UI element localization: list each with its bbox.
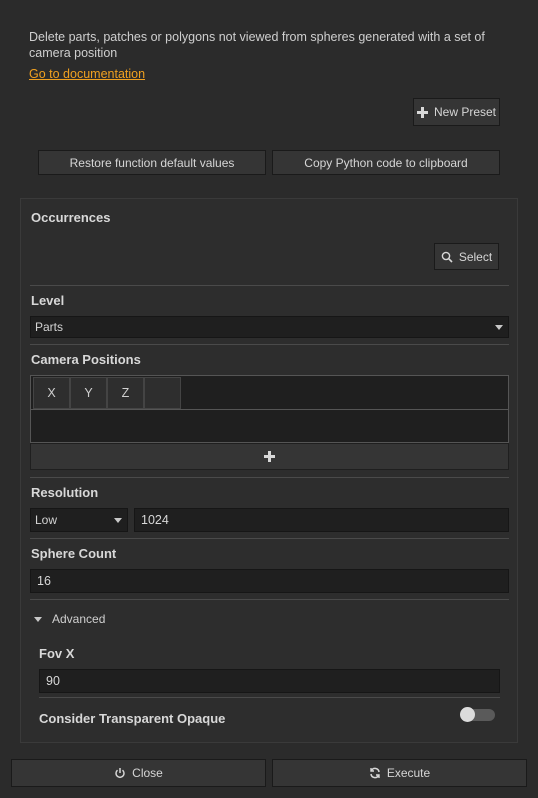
select-label: Select xyxy=(458,249,493,264)
execute-label: Execute xyxy=(386,766,431,780)
execute-button[interactable]: Execute xyxy=(272,759,527,787)
parameters-panel: Occurrences Select Level Parts Camera Po… xyxy=(20,198,518,743)
refresh-icon xyxy=(370,767,380,779)
advanced-label: Advanced xyxy=(52,612,106,626)
chevron-down-icon xyxy=(34,616,42,622)
divider xyxy=(39,697,500,698)
divider xyxy=(30,599,509,600)
resolution-dropdown[interactable]: Low xyxy=(30,508,128,532)
new-preset-label: New Preset xyxy=(433,105,497,119)
restore-defaults-button[interactable]: Restore function default values xyxy=(38,150,266,175)
chevron-down-icon xyxy=(114,518,122,523)
divider xyxy=(30,344,509,345)
occurrences-title: Occurrences xyxy=(31,210,111,225)
column-header-z[interactable]: Z xyxy=(107,377,144,409)
resolution-title: Resolution xyxy=(31,485,99,500)
fov-x-input[interactable]: 90 xyxy=(39,669,500,693)
column-header-empty[interactable] xyxy=(144,377,181,409)
sphere-count-title: Sphere Count xyxy=(31,546,117,561)
column-header-x[interactable]: X xyxy=(33,377,70,409)
consider-transparent-opaque-title: Consider Transparent Opaque xyxy=(39,711,226,726)
close-label: Close xyxy=(132,766,163,780)
camera-positions-title: Camera Positions xyxy=(31,352,141,367)
level-title: Level xyxy=(31,293,65,308)
level-dropdown[interactable]: Parts xyxy=(30,316,509,338)
toggle-knob xyxy=(460,707,475,722)
power-icon xyxy=(115,768,125,779)
plus-icon xyxy=(416,106,428,118)
copy-python-button[interactable]: Copy Python code to clipboard xyxy=(272,150,500,175)
level-value: Parts xyxy=(35,320,64,334)
divider xyxy=(31,409,508,410)
add-camera-position-button[interactable] xyxy=(30,443,509,470)
consider-transparent-opaque-toggle[interactable] xyxy=(460,707,495,722)
fov-x-title: Fov X xyxy=(39,646,75,661)
documentation-link[interactable]: Go to documentation xyxy=(29,67,145,81)
new-preset-button[interactable]: New Preset xyxy=(413,98,500,126)
divider xyxy=(30,477,509,478)
resolution-input[interactable]: 1024 xyxy=(134,508,509,532)
column-header-y[interactable]: Y xyxy=(70,377,107,409)
chevron-down-icon xyxy=(495,325,503,330)
select-button[interactable]: Select xyxy=(434,243,499,270)
advanced-toggle[interactable]: Advanced xyxy=(34,612,105,626)
function-description: Delete parts, patches or polygons not vi… xyxy=(29,30,485,60)
plus-icon xyxy=(264,451,275,462)
sphere-count-input[interactable]: 16 xyxy=(30,569,509,593)
camera-positions-table[interactable]: X Y Z xyxy=(30,375,509,443)
divider xyxy=(30,538,509,539)
close-button[interactable]: Close xyxy=(11,759,266,787)
divider xyxy=(30,285,509,286)
search-icon xyxy=(441,251,453,263)
table-header: X Y Z xyxy=(33,377,181,409)
resolution-mode-value: Low xyxy=(35,513,58,527)
